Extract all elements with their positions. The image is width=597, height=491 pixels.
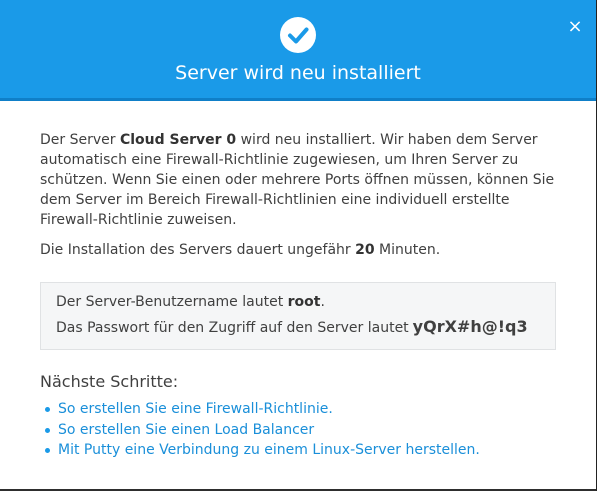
next-steps-list: So erstellen Sie eine Firewall-Richtlini… [40,399,480,461]
username-value: root [287,294,321,310]
password-line: Das Passwort für den Zugriff auf den Ser… [56,317,528,336]
dialog-body: Der Server Cloud Server 0 wird neu insta… [40,130,556,260]
username-line: Der Server-Benutzername lautet root. [56,294,325,310]
dialog-header: Server wird neu installiert × [0,0,596,101]
bullet-icon [45,448,50,453]
list-item: Mit Putty eine Verbindung zu einem Linux… [40,440,480,461]
list-item: So erstellen Sie eine Firewall-Richtlini… [40,399,480,420]
link-load-balancer[interactable]: So erstellen Sie einen Load Balancer [58,422,314,438]
list-item: So erstellen Sie einen Load Balancer [40,420,480,441]
dialog-title: Server wird neu installiert [175,62,421,84]
close-icon[interactable]: × [565,17,585,37]
bullet-icon [45,427,50,433]
install-info-paragraph: Der Server Cloud Server 0 wird neu insta… [40,132,555,228]
password-value: yQrX#h@!q3 [412,317,528,336]
next-steps-title: Nächste Schritte: [40,372,179,391]
success-check-icon [280,17,316,53]
link-firewall-policy[interactable]: So erstellen Sie eine Firewall-Richtlini… [58,401,333,417]
link-putty-connection[interactable]: Mit Putty eine Verbindung zu einem Linux… [58,442,480,458]
credentials-box: Der Server-Benutzername lautet root. Das… [40,282,556,350]
duration-paragraph: Die Installation des Servers dauert unge… [40,242,441,258]
server-name: Cloud Server 0 [119,132,237,148]
bullet-icon [45,407,50,412]
reinstall-dialog: Server wird neu installiert × Der Server… [0,0,596,491]
duration-value: 20 [355,242,375,258]
